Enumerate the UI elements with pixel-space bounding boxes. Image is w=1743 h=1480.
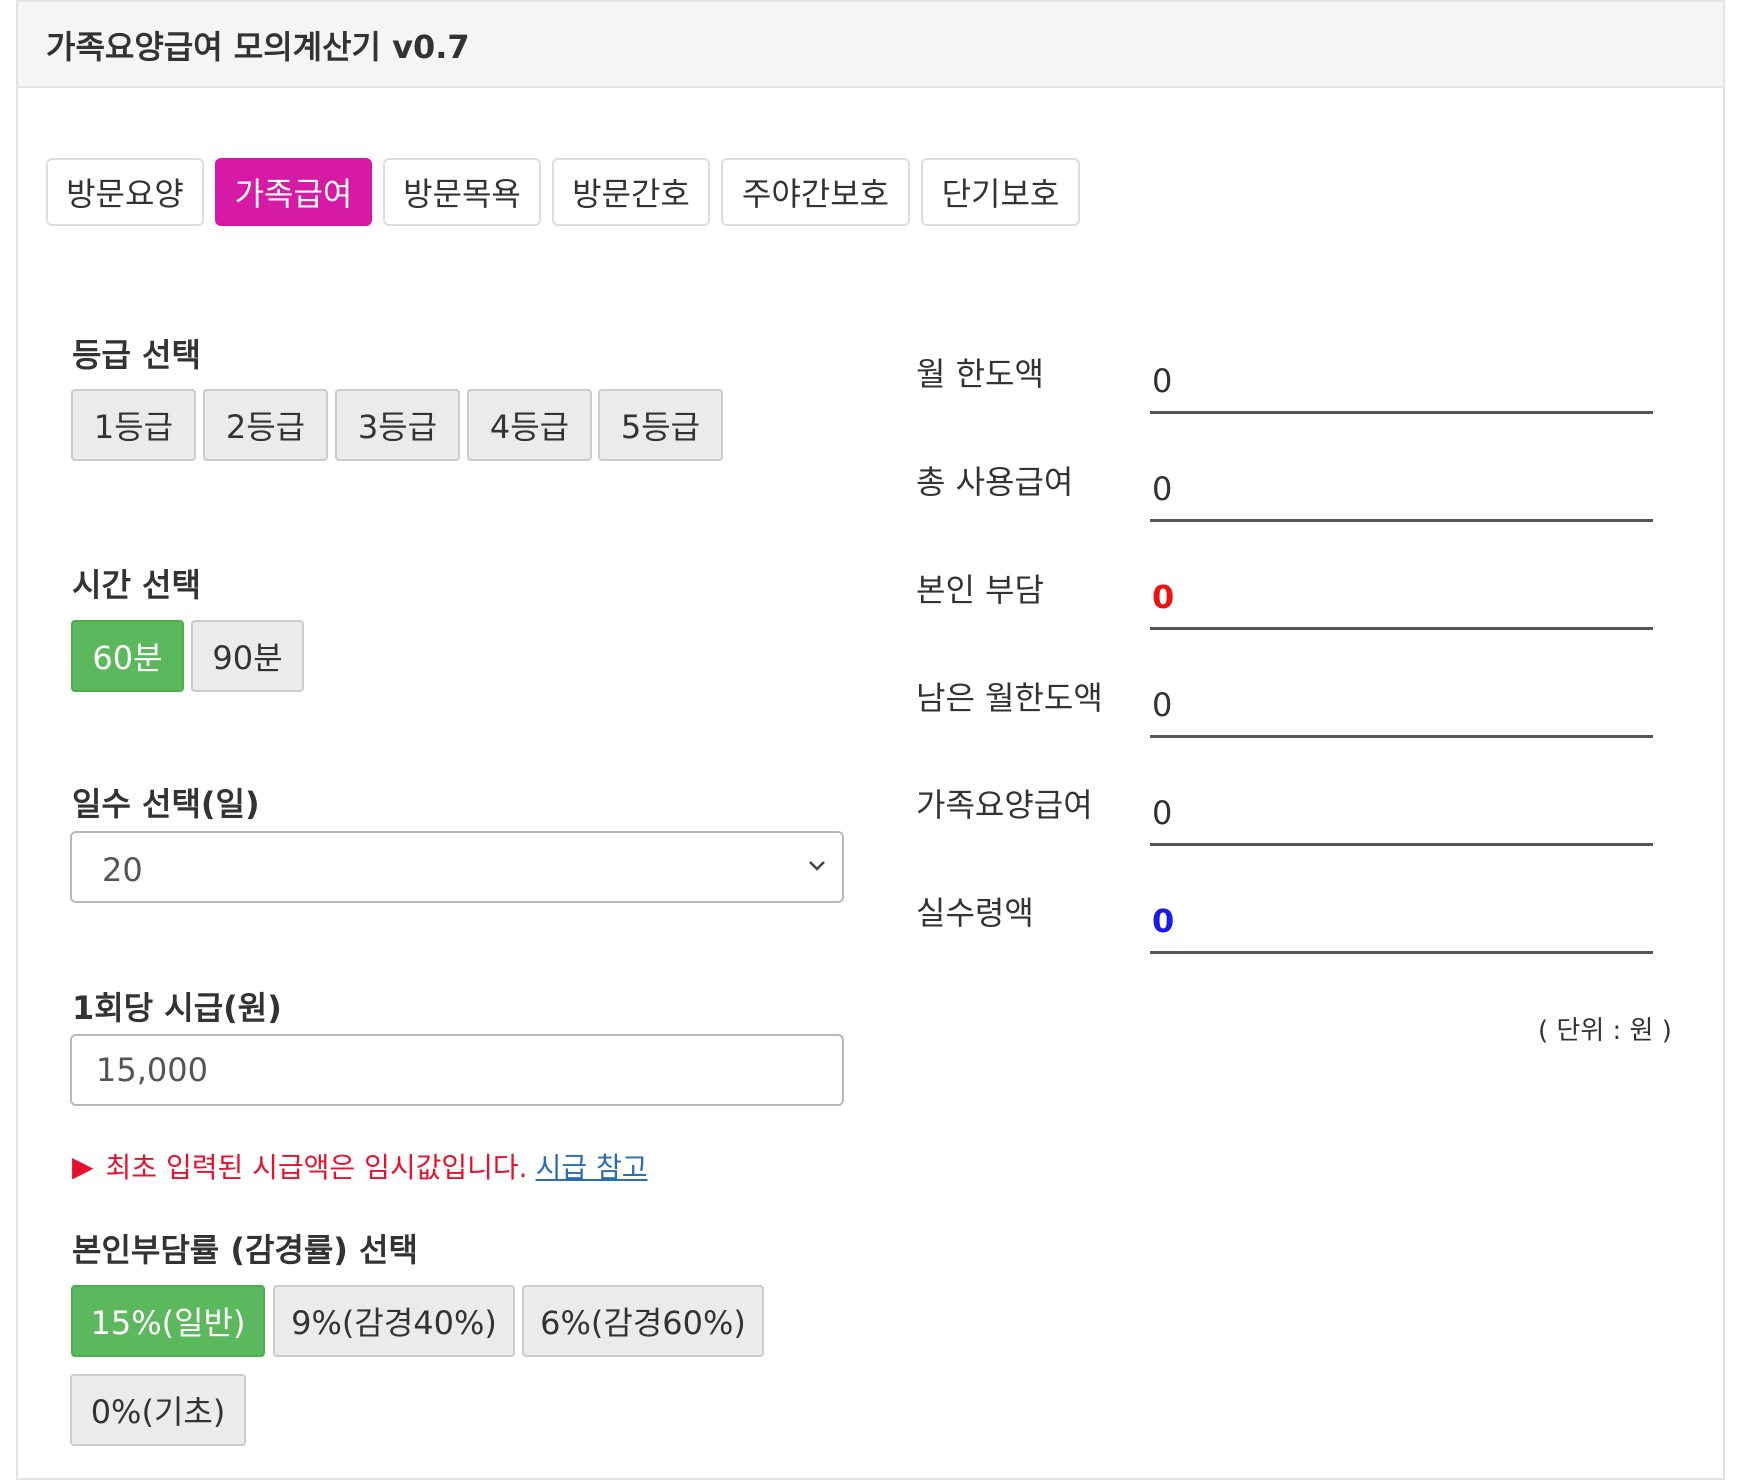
grade-2-button[interactable]: 2등급 — [203, 389, 328, 461]
net-income-value: 0 — [1152, 902, 1175, 940]
tab-short-term-care[interactable]: 단기보호 — [921, 158, 1080, 226]
copay-amount-value: 0 — [1152, 578, 1175, 616]
monthly-limit-underline — [1150, 411, 1653, 414]
panel-header: 가족요양급여 모의계산기 v0.7 — [18, 2, 1723, 88]
copay-15-button[interactable]: 15%(일반) — [71, 1285, 265, 1357]
remaining-limit-label: 남은 월한도액 — [916, 679, 1103, 717]
net-income-label: 실수령액 — [916, 894, 1034, 932]
copay-amount-underline — [1150, 627, 1653, 630]
time-60-button[interactable]: 60분 — [71, 620, 184, 692]
tab-home-care[interactable]: 방문요양 — [46, 158, 204, 226]
tab-bathing[interactable]: 방문목욕 — [383, 158, 541, 226]
tab-family-benefit[interactable]: 가족급여 — [215, 158, 372, 226]
grade-5-button[interactable]: 5등급 — [598, 389, 723, 461]
tab-nursing[interactable]: 방문간호 — [552, 158, 710, 226]
wage-label: 1회당 시급(원) — [72, 989, 282, 1027]
wage-reference-link[interactable]: 시급 참고 — [536, 1146, 648, 1186]
total-usage-value: 0 — [1152, 470, 1173, 508]
total-usage-underline — [1150, 519, 1653, 522]
time-label: 시간 선택 — [72, 566, 201, 604]
days-select-value: 20 — [102, 851, 143, 889]
total-usage-label: 총 사용급여 — [916, 463, 1074, 501]
grade-4-button[interactable]: 4등급 — [467, 389, 592, 461]
notice-arrow-icon: ▶ — [72, 1149, 94, 1183]
remaining-limit-value: 0 — [1152, 686, 1173, 724]
family-benefit-label: 가족요양급여 — [916, 786, 1093, 824]
notice-text: 최초 입력된 시급액은 임시값입니다. — [105, 1151, 528, 1184]
grade-3-button[interactable]: 3등급 — [335, 389, 460, 461]
chevron-down-icon — [809, 861, 825, 871]
copay-6-button[interactable]: 6%(감경60%) — [522, 1285, 764, 1357]
time-90-button[interactable]: 90분 — [191, 620, 304, 692]
copay-0-button[interactable]: 0%(기초) — [70, 1374, 246, 1446]
days-label: 일수 선택(일) — [72, 785, 260, 823]
copay-label: 본인부담률 (감경률) 선택 — [72, 1231, 418, 1269]
grade-1-button[interactable]: 1등급 — [71, 389, 196, 461]
family-benefit-value: 0 — [1152, 794, 1173, 832]
days-select[interactable]: 20 — [70, 831, 844, 903]
wage-input[interactable] — [70, 1034, 844, 1106]
remaining-limit-underline — [1150, 735, 1653, 738]
unit-note: ( 단위 : 원 ) — [1538, 1016, 1672, 1046]
copay-amount-label: 본인 부담 — [916, 571, 1044, 609]
monthly-limit-value: 0 — [1152, 362, 1173, 400]
tab-day-night-care[interactable]: 주야간보호 — [721, 158, 910, 226]
monthly-limit-label: 월 한도액 — [916, 355, 1044, 393]
wage-notice: ▶ 최초 입력된 시급액은 임시값입니다. 시급 참고 — [72, 1146, 648, 1186]
net-income-underline — [1150, 951, 1653, 954]
copay-9-button[interactable]: 9%(감경40%) — [273, 1285, 515, 1357]
family-benefit-underline — [1150, 843, 1653, 846]
page-title: 가족요양급여 모의계산기 v0.7 — [46, 28, 470, 66]
grade-label: 등급 선택 — [72, 336, 201, 374]
